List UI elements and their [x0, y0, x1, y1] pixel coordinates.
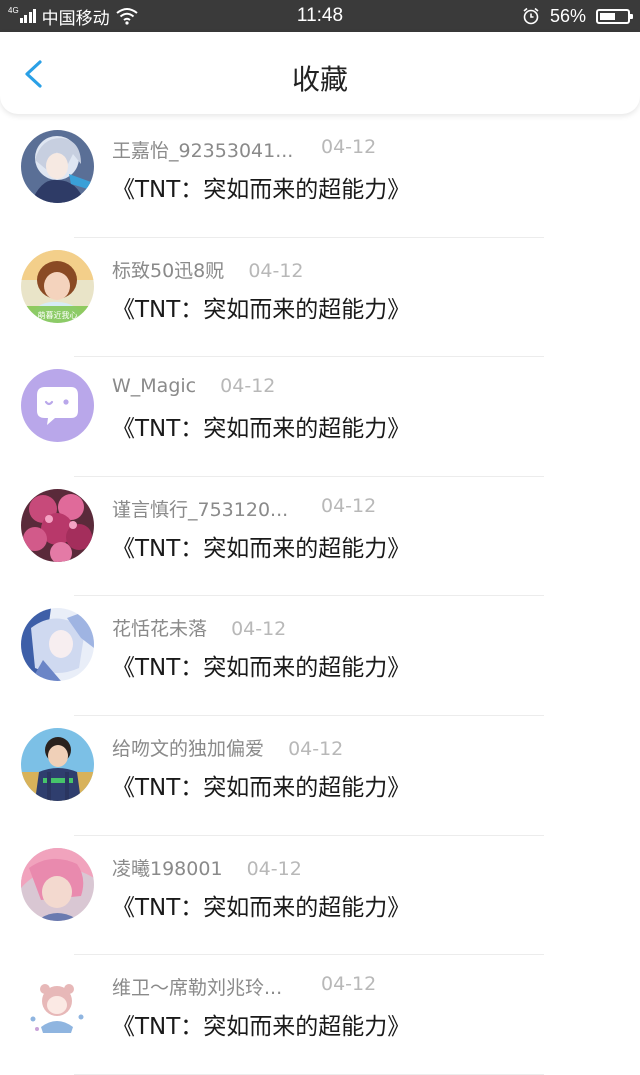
page-title: 收藏 [291, 63, 348, 96]
date: 04-12 [231, 618, 287, 641]
date: 04-12 [321, 973, 377, 996]
item-meta: W_Magic 04-12 [112, 375, 275, 403]
status-right: 56% [522, 0, 633, 32]
favorites-list: 王嘉怡_92353041... 04-12 《TNT：突如而来的超能力》 萌暮近… [0, 118, 640, 1075]
story-title[interactable]: 《TNT：突如而来的超能力》 [112, 888, 410, 922]
story-title[interactable]: 《TNT：突如而来的超能力》 [112, 170, 410, 204]
username[interactable]: 谨言慎行_753120... [112, 495, 288, 522]
anime-girl-avatar[interactable] [21, 130, 94, 203]
list-item[interactable]: W_Magic 04-12 《TNT：突如而来的超能力》 [0, 357, 640, 477]
status-bar: 4G 中国移动 11:48 56% [0, 0, 640, 32]
story-title[interactable]: 《TNT：突如而来的超能力》 [112, 768, 410, 802]
username[interactable]: 维卫～席勒刘兆玲... [112, 973, 282, 1000]
item-meta: 花恬花未落 04-12 [112, 614, 286, 642]
nav-header: 收藏 [0, 32, 640, 114]
item-meta: 给吻文的独加偏爱 04-12 [112, 734, 343, 762]
date: 04-12 [246, 857, 302, 880]
list-item[interactable]: 花恬花未落 04-12 《TNT：突如而来的超能力》 [0, 596, 640, 716]
list-item[interactable]: 谨言慎行_753120... 04-12 《TNT：突如而来的超能力》 [0, 477, 640, 597]
boy-photo-avatar[interactable] [21, 727, 94, 801]
story-title[interactable]: 《TNT：突如而来的超能力》 [112, 529, 410, 563]
username[interactable]: 凌曦198001 [112, 854, 223, 881]
story-title[interactable]: 《TNT：突如而来的超能力》 [112, 1007, 410, 1041]
list-item[interactable]: 凌曦198001 04-12 《TNT：突如而来的超能力》 [0, 836, 640, 956]
flowers-avatar[interactable] [21, 488, 94, 562]
item-meta: 标致50迅8贶 04-12 [112, 256, 304, 284]
girl-photo-avatar[interactable]: 萌暮近我心 [21, 249, 94, 323]
username[interactable]: 花恬花未落 [112, 614, 207, 641]
svg-text:萌暮近我心: 萌暮近我心 [38, 310, 78, 320]
username[interactable]: 给吻文的独加偏爱 [112, 734, 264, 761]
list-item[interactable]: 给吻文的独加偏爱 04-12 《TNT：突如而来的超能力》 [0, 716, 640, 836]
item-meta: 谨言慎行_753120... 04-12 [112, 495, 376, 523]
item-meta: 维卫～席勒刘兆玲... 04-12 [112, 973, 376, 1001]
list-item[interactable]: 王嘉怡_92353041... 04-12 《TNT：突如而来的超能力》 [0, 118, 640, 238]
username[interactable]: W_Magic [112, 375, 196, 397]
date: 04-12 [321, 494, 377, 517]
chat-bubble-avatar[interactable] [21, 369, 94, 443]
date: 04-12 [288, 737, 344, 760]
item-meta: 凌曦198001 04-12 [112, 854, 302, 882]
username[interactable]: 王嘉怡_92353041... [112, 136, 293, 163]
date: 04-12 [248, 259, 304, 282]
date: 04-12 [321, 136, 377, 158]
cartoon-girl-avatar[interactable] [21, 967, 94, 1041]
battery-percent: 56% [549, 5, 586, 26]
item-meta: 王嘉怡_92353041... 04-12 [112, 136, 376, 164]
story-title[interactable]: 《TNT：突如而来的超能力》 [112, 290, 410, 324]
story-title[interactable]: 《TNT：突如而来的超能力》 [112, 409, 410, 443]
date: 04-12 [220, 375, 276, 398]
alarm-icon [523, 7, 539, 25]
story-title[interactable]: 《TNT：突如而来的超能力》 [112, 648, 410, 682]
battery-icon [596, 8, 633, 24]
pink-hair-avatar[interactable] [21, 847, 94, 921]
username[interactable]: 标致50迅8贶 [112, 256, 224, 283]
list-item[interactable]: 维卫～席勒刘兆玲... 04-12 《TNT：突如而来的超能力》 [0, 955, 640, 1075]
list-item[interactable]: 萌暮近我心 标致50迅8贶 04-12 《TNT：突如而来的超能力》 [0, 238, 640, 358]
anime-blue-avatar[interactable] [21, 608, 94, 682]
